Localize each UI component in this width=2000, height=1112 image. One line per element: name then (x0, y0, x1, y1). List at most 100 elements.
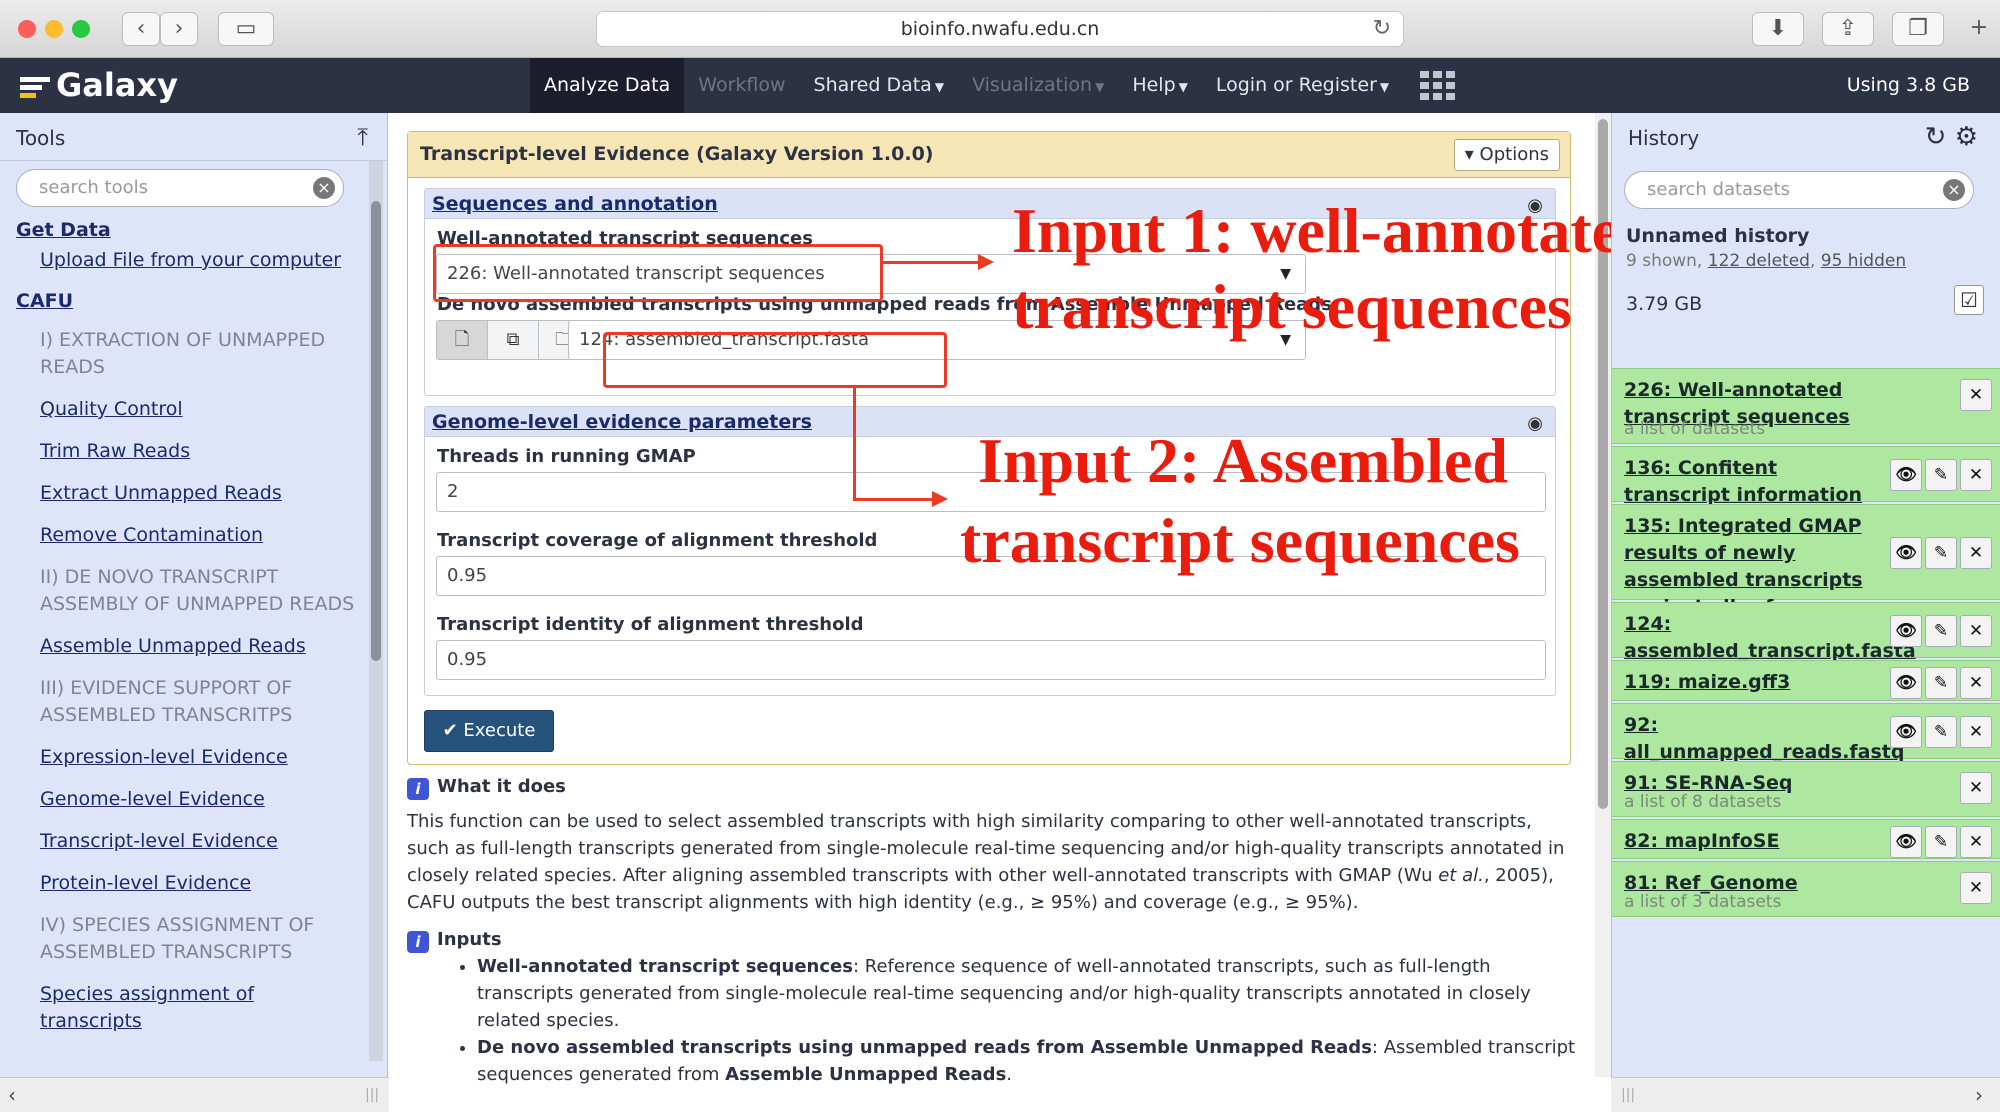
minimize-window-button[interactable] (45, 20, 63, 38)
dataset-name[interactable]: 136: Confitent transcript information (1624, 455, 1874, 509)
tabs-overview-icon[interactable]: ❐ (1892, 12, 1944, 46)
scroll-right-icon[interactable]: › (1975, 1083, 1983, 1107)
gear-icon[interactable]: ⚙ (1955, 122, 1978, 152)
delete-icon[interactable]: ✕ (1960, 537, 1992, 569)
nav-shared-data[interactable]: Shared Data ▼ (800, 58, 959, 113)
address-bar[interactable]: bioinfo.nwafu.edu.cn ↻ (596, 11, 1404, 47)
scratchbook-grid-icon[interactable] (1420, 71, 1456, 101)
tool-link[interactable]: Quality Control (40, 396, 356, 423)
delete-icon[interactable]: ✕ (1960, 667, 1992, 699)
refresh-icon[interactable]: ↻ (1925, 122, 1947, 152)
close-window-button[interactable] (18, 20, 36, 38)
eye-icon[interactable]: ◉ (1527, 413, 1543, 434)
dataset-item[interactable]: 92: all_unmapped_reads.fastq 👁 ✎ ✕ (1612, 703, 2000, 763)
pencil-icon[interactable]: ✎ (1925, 537, 1957, 569)
zoom-window-button[interactable] (72, 20, 90, 38)
eye-icon[interactable]: 👁 (1890, 667, 1922, 699)
tool-link[interactable]: Assemble Unmapped Reads (40, 633, 356, 660)
pencil-icon[interactable]: ✎ (1925, 615, 1957, 647)
history-hscroll[interactable]: ||| › (1611, 1077, 2000, 1112)
delete-icon[interactable]: ✕ (1960, 379, 1992, 411)
tool-link[interactable]: Extract Unmapped Reads (40, 480, 356, 507)
dataset-actions: ✕ (1957, 772, 1992, 804)
delete-icon[interactable]: ✕ (1960, 716, 1992, 748)
multiple-datasets-icon[interactable]: ⧉ (487, 320, 539, 360)
upload-icon[interactable]: ⤒ (357, 123, 368, 151)
eye-icon[interactable]: 👁 (1890, 826, 1922, 858)
dataset-item[interactable]: 124: assembled_transcript.fasta 👁 ✎ ✕ (1612, 602, 2000, 662)
dataset-item[interactable]: 91: SE-RNA-Seq a list of 8 datasets ✕ (1612, 761, 2000, 817)
clear-search-icon[interactable]: × (1943, 179, 1965, 201)
tool-link[interactable]: Species assignment of transcripts (40, 981, 356, 1035)
share-icon[interactable]: ⇪ (1822, 12, 1874, 46)
nav-login-register[interactable]: Login or Register ▼ (1202, 58, 1403, 113)
count-text: , (1809, 251, 1821, 271)
tools-hscroll[interactable]: ‹ ||| (0, 1077, 389, 1112)
arrow-input2-hline (853, 498, 933, 501)
tools-header: Tools ⤒ (0, 113, 388, 161)
dataset-item[interactable]: 119: maize.gff3 👁 ✎ ✕ (1612, 660, 2000, 701)
hidden-link[interactable]: 95 hidden (1821, 251, 1906, 271)
tool-link[interactable]: Remove Contamination (40, 522, 356, 549)
dataset-item[interactable]: 81: Ref_Genome a list of 3 datasets ✕ (1612, 861, 2000, 917)
downloads-icon[interactable]: ⬇ (1752, 12, 1804, 46)
execute-button[interactable]: ✔ Execute (424, 710, 554, 752)
clear-search-icon[interactable]: × (313, 177, 335, 199)
dataset-name[interactable]: 82: mapInfoSE (1624, 828, 1874, 855)
new-tab-icon[interactable]: + (1960, 12, 1998, 46)
tool-link[interactable]: Genome-level Evidence (40, 786, 356, 813)
nav-visualization[interactable]: Visualization ▼ (958, 58, 1118, 113)
nav-help[interactable]: Help ▼ (1118, 58, 1202, 113)
dataset-item[interactable]: 82: mapInfoSE 👁 ✎ ✕ (1612, 819, 2000, 859)
dataset-name[interactable]: 92: all_unmapped_reads.fastq (1624, 712, 1905, 766)
dataset-item[interactable]: 135: Integrated GMAP results of newly as… (1612, 504, 2000, 645)
forward-button[interactable]: › (160, 12, 198, 46)
reload-icon[interactable]: ↻ (1373, 12, 1391, 46)
pencil-icon[interactable]: ✎ (1925, 826, 1957, 858)
select-items-icon[interactable]: ☑ (1954, 285, 1984, 315)
scroll-thumb[interactable] (371, 201, 381, 661)
back-button[interactable]: ‹ (122, 12, 160, 46)
pencil-icon[interactable]: ✎ (1925, 667, 1957, 699)
single-dataset-icon[interactable]: 🗋 (436, 320, 488, 360)
search-placeholder: search datasets (1647, 179, 1790, 200)
delete-icon[interactable]: ✕ (1960, 772, 1992, 804)
dataset-item[interactable]: 136: Confitent transcript information 👁 ✎ ✕ (1612, 446, 2000, 506)
eye-icon[interactable]: 👁 (1890, 716, 1922, 748)
delete-icon[interactable]: ✕ (1960, 826, 1992, 858)
nav-analyze-data[interactable]: Analyze Data (530, 58, 685, 113)
tools-scrollbar[interactable] (369, 161, 383, 1061)
eye-icon[interactable]: 👁 (1890, 615, 1922, 647)
tool-link[interactable]: Trim Raw Reads (40, 438, 356, 465)
galaxy-logo[interactable]: Galaxy (20, 66, 178, 104)
pencil-icon[interactable]: ✎ (1925, 716, 1957, 748)
delete-icon[interactable]: ✕ (1960, 872, 1992, 904)
delete-icon[interactable]: ✕ (1960, 459, 1992, 491)
section-get-data[interactable]: Get Data (16, 219, 356, 241)
help-text: This function can be used to select asse… (407, 811, 1565, 886)
dataset-name[interactable]: 124: assembled_transcript.fasta (1624, 611, 1916, 665)
delete-icon[interactable]: ✕ (1960, 615, 1992, 647)
scroll-left-icon[interactable]: ‹ (8, 1083, 16, 1107)
search-datasets-input[interactable]: search datasets × (1624, 171, 1974, 209)
nav-workflow[interactable]: Workflow (684, 58, 799, 113)
input-identity[interactable]: 0.95 (436, 640, 1546, 680)
section-cafu[interactable]: CAFU (16, 290, 356, 312)
search-tools-input[interactable]: search tools × (16, 169, 344, 207)
tool-upload-file[interactable]: Upload File from your computer (40, 247, 356, 274)
eye-icon[interactable]: 👁 (1890, 459, 1922, 491)
label-threads: Threads in running GMAP (437, 446, 696, 467)
sidebar-toggle-icon[interactable]: ▭ (218, 12, 274, 46)
tool-link[interactable]: Protein-level Evidence (40, 870, 356, 897)
eye-icon[interactable]: 👁 (1890, 537, 1922, 569)
caret-down-icon: ▾ (1464, 144, 1480, 165)
dataset-item[interactable]: 226: Well-annotated transcript sequences… (1612, 368, 2000, 444)
tool-link[interactable]: Transcript-level Evidence (40, 828, 356, 855)
history-actions: ↻ ⚙ (1925, 122, 1978, 152)
deleted-link[interactable]: 122 deleted (1708, 251, 1810, 271)
options-button[interactable]: ▾ Options (1453, 139, 1560, 171)
pencil-icon[interactable]: ✎ (1925, 459, 1957, 491)
history-name[interactable]: Unnamed history (1626, 225, 1809, 247)
dataset-name[interactable]: 119: maize.gff3 (1624, 669, 1874, 696)
tool-link[interactable]: Expression-level Evidence (40, 744, 356, 771)
